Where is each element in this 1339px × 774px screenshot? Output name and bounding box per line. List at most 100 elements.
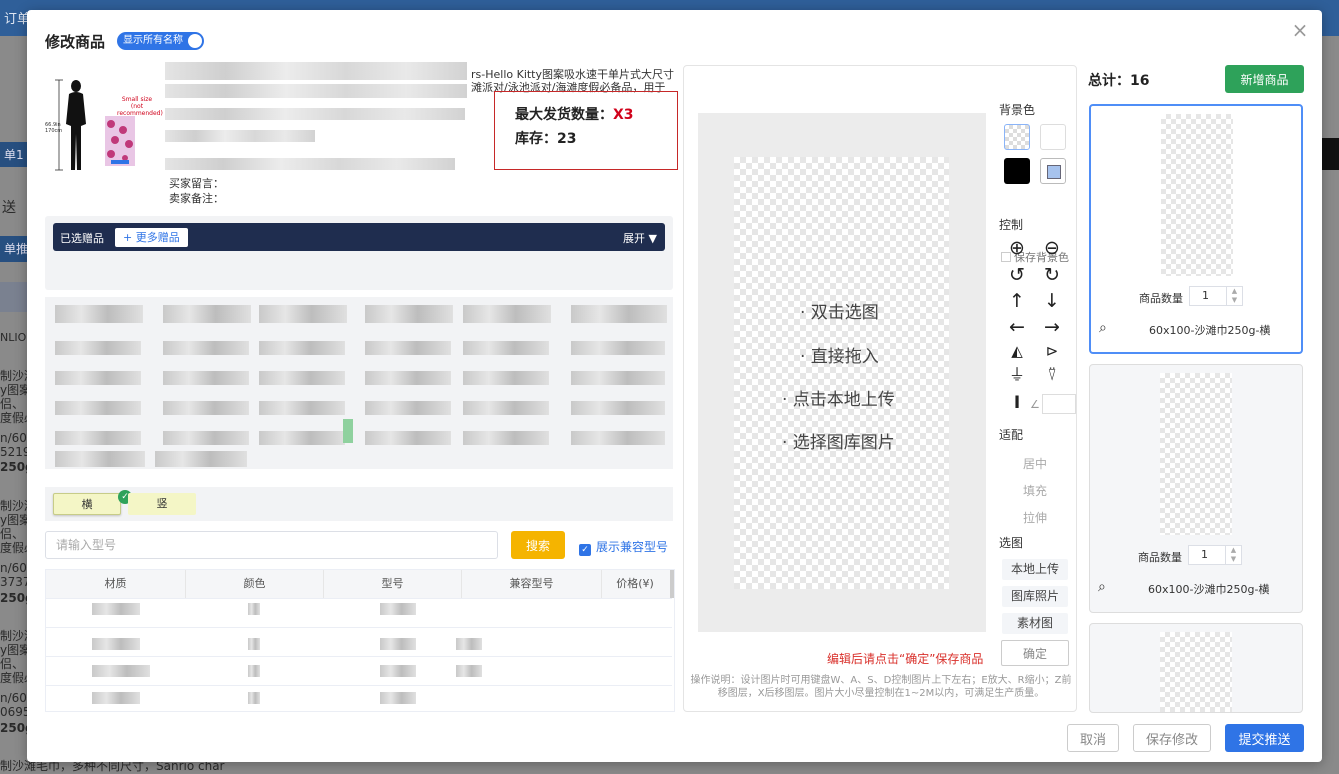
add-product-button[interactable]: 新增商品	[1225, 65, 1304, 93]
rotate-left-icon[interactable]: ↺	[1005, 264, 1029, 286]
zoom-in-icon[interactable]: ⊕	[1005, 237, 1029, 259]
fit-center[interactable]: 居中	[1002, 455, 1068, 472]
grid-cell	[155, 451, 247, 467]
table-row[interactable]	[46, 656, 672, 685]
bg-color-label: 背景色	[999, 103, 1036, 117]
swatch-black[interactable]	[1004, 158, 1030, 184]
color-picker-swatch[interactable]	[1040, 158, 1066, 184]
material-image-button[interactable]: 素材图	[1002, 613, 1068, 634]
control-label: 控制	[999, 218, 1024, 232]
gift-panel: 已选赠品 + 更多赠品 展开 ▼	[45, 216, 673, 290]
angle-input[interactable]	[1042, 394, 1076, 414]
table-row[interactable]	[46, 598, 672, 627]
grid-cell	[365, 305, 453, 323]
zoom-out-icon[interactable]: ⊖	[1040, 237, 1064, 259]
orientation-label: 横	[81, 498, 93, 511]
confirm-button[interactable]: 确定	[1001, 640, 1069, 666]
close-icon[interactable]: ×	[1290, 20, 1310, 40]
stock-label: 库存：	[515, 131, 557, 147]
rotate-right-icon[interactable]: ↻	[1040, 264, 1064, 286]
local-upload-button[interactable]: 本地上传	[1002, 559, 1068, 580]
col-color: 颜色	[186, 570, 324, 598]
spin-arrows-icon[interactable]: ▲ ▼	[1226, 287, 1242, 305]
blurred-variant-grid	[45, 297, 673, 469]
compat-label: 展示兼容型号	[596, 540, 669, 554]
move-left-icon[interactable]: ←	[1005, 316, 1029, 338]
save-tip: 编辑后请点击“确定”保存商品	[827, 652, 984, 666]
grid-cell	[259, 305, 347, 323]
grid-cell	[365, 431, 451, 445]
flip-vertical-icon[interactable]: ⊳	[1040, 340, 1064, 362]
angle-icon: ∠	[1030, 398, 1040, 411]
blurred-product-title	[165, 84, 467, 98]
grid-cell	[163, 401, 249, 415]
toggle-knob	[188, 34, 202, 48]
qty-label: 商品数量	[1139, 292, 1183, 305]
table-row[interactable]	[46, 627, 672, 656]
grid-cell	[55, 341, 141, 355]
buyer-note-label: 买家留言：	[169, 177, 224, 190]
orientation-horizontal[interactable]: 横 ✓	[53, 490, 132, 515]
qty-value: 1	[1201, 548, 1208, 561]
card-preview	[1161, 114, 1233, 276]
move-down-icon[interactable]: ↓	[1040, 290, 1064, 312]
table-row[interactable]	[46, 685, 672, 711]
toggle-label: 显示所有名称	[123, 35, 183, 46]
bg-row-bar	[0, 282, 30, 312]
model-search-input[interactable]	[45, 531, 498, 559]
product-card[interactable]: 商品数量 1 ▲ ▼ ⌕ 60x100-沙滩巾250g-横	[1089, 364, 1303, 613]
save-changes-button[interactable]: 保存修改	[1133, 724, 1211, 752]
grid-cell	[259, 371, 345, 385]
gallery-photos-button[interactable]: 图库照片	[1002, 586, 1068, 607]
blurred-product-info	[165, 130, 315, 142]
show-compatible-checkbox[interactable]: ✓ 展示兼容型号	[579, 538, 668, 556]
design-canvas[interactable]	[734, 157, 949, 589]
card-preview	[1160, 632, 1232, 712]
max-ship-value: X3	[613, 107, 634, 123]
table-scrollbar[interactable]	[670, 570, 674, 598]
grid-cell	[55, 401, 141, 415]
submit-push-button[interactable]: 提交推送	[1225, 724, 1304, 752]
fit-label: 适配	[999, 428, 1024, 442]
grid-cell	[163, 305, 251, 323]
fit-fill[interactable]: 填充	[1002, 482, 1068, 499]
flip-horizontal-icon[interactable]: ◭	[1005, 340, 1029, 362]
expand-toggle[interactable]: 展开 ▼	[623, 230, 657, 246]
text-tool-icon[interactable]: Ⅰ	[1005, 392, 1029, 414]
swatch-white[interactable]	[1040, 124, 1066, 150]
hint-drag-in: · 直接拖入	[800, 347, 879, 367]
blurred-product-info	[165, 108, 465, 120]
stock-value: 23	[557, 131, 577, 147]
bg-order-tab: 单1	[0, 142, 28, 167]
layer-down-icon[interactable]: ⏚	[1005, 364, 1029, 386]
search-icon[interactable]: ⌕	[1099, 320, 1107, 336]
search-button[interactable]: 搜索	[511, 531, 565, 559]
product-card[interactable]	[1089, 623, 1303, 713]
fit-stretch[interactable]: 拉伸	[1002, 509, 1068, 526]
table-header: 材质 颜色 型号 兼容型号 价格(¥)	[46, 570, 672, 598]
show-all-names-toggle[interactable]: 显示所有名称	[117, 32, 204, 50]
spin-arrows-icon[interactable]: ▲ ▼	[1225, 546, 1241, 564]
orientation-vertical[interactable]: 竖	[128, 493, 196, 515]
qty-stepper[interactable]: 1 ▲ ▼	[1189, 286, 1243, 306]
checkbox-checked-icon: ✓	[579, 544, 591, 556]
qty-stepper[interactable]: 1 ▲ ▼	[1188, 545, 1242, 565]
max-ship-box: 最大发货数量：X3 库存：23	[494, 91, 678, 170]
layer-up-icon[interactable]: ⍢	[1040, 364, 1064, 386]
move-right-icon[interactable]: →	[1040, 316, 1064, 338]
grid-cell	[55, 371, 141, 385]
caret-down-icon: ▼	[645, 232, 657, 245]
grid-cell	[365, 401, 451, 415]
bg-snippet: n/60	[0, 691, 27, 705]
more-gifts-button[interactable]: + 更多赠品	[115, 228, 188, 247]
card-product-name: 60x100-沙滩巾250g-横	[1149, 324, 1271, 337]
design-editor: · 双击选图 · 直接拖入 · 点击本地上传 · 选择图库图片 背景色 保存背景…	[683, 65, 1077, 712]
bg-snippet: n/60	[0, 561, 27, 575]
cancel-button[interactable]: 取消	[1067, 724, 1119, 752]
product-card[interactable]: 商品数量 1 ▲ ▼ ⌕ 60x100-沙滩巾250g-横	[1089, 104, 1303, 354]
search-icon[interactable]: ⌕	[1098, 579, 1106, 595]
grid-cell	[571, 401, 665, 415]
swatch-transparent[interactable]	[1004, 124, 1030, 150]
col-compat-model: 兼容型号	[462, 570, 602, 598]
move-up-icon[interactable]: ↑	[1005, 290, 1029, 312]
